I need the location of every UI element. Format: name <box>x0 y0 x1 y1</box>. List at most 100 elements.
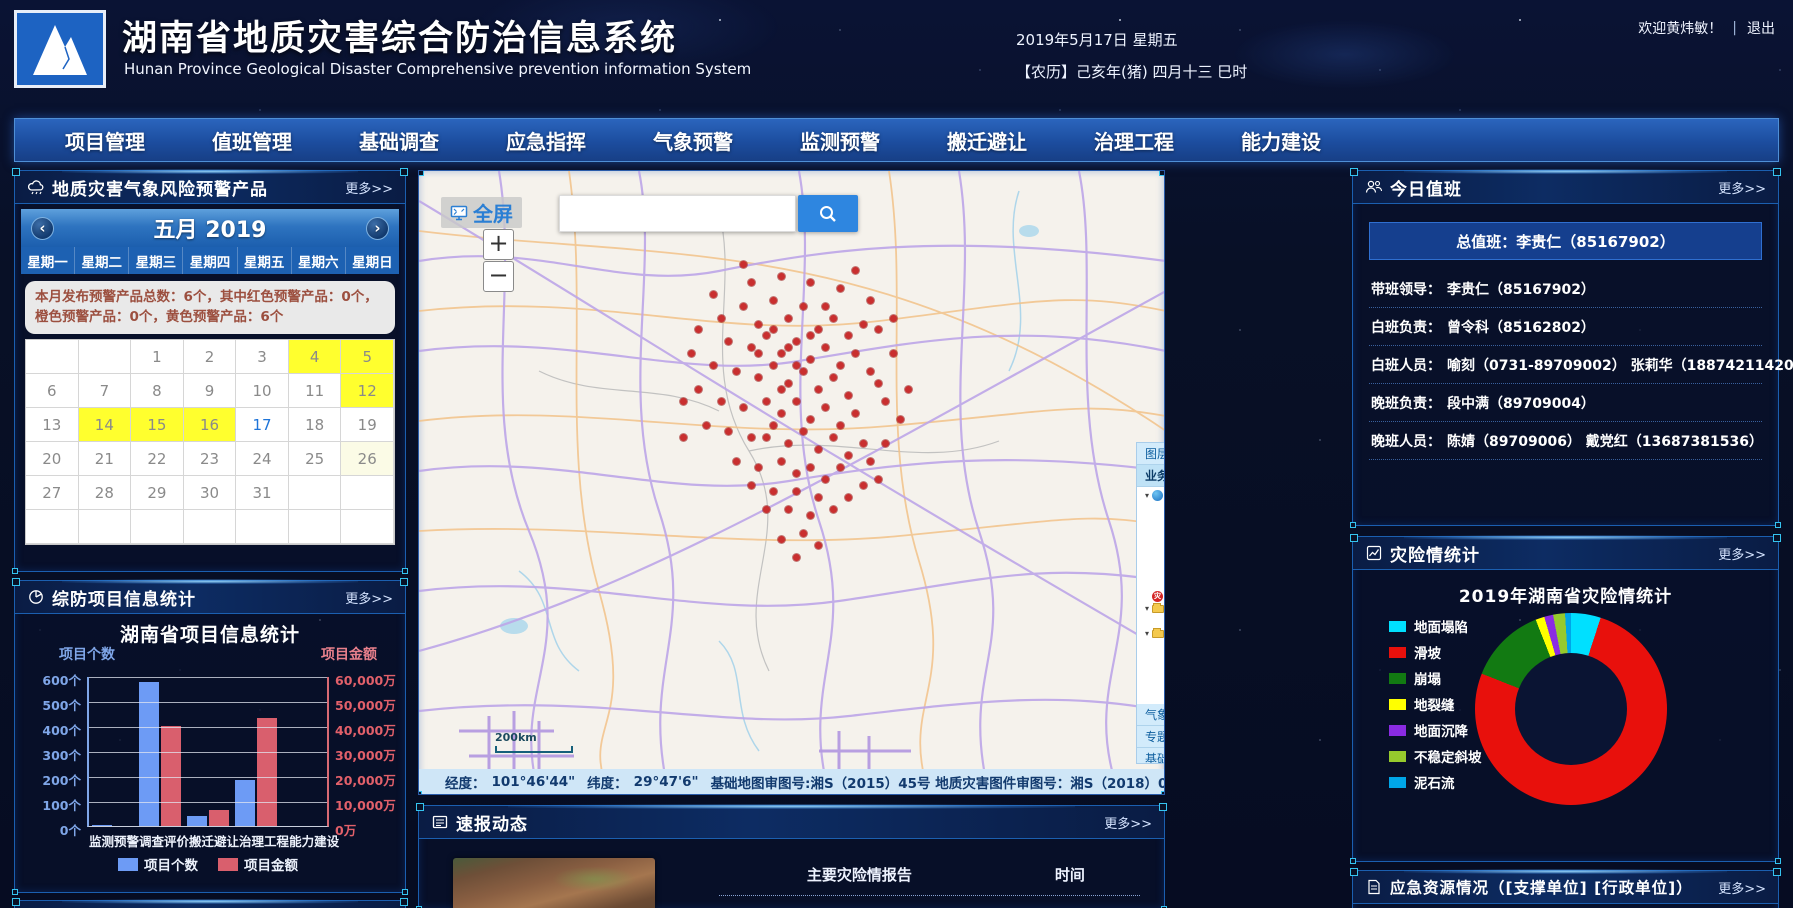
layer-tree-item-泥石流[interactable]: W✓泥石流 <box>1137 527 1165 540</box>
disaster-point-marker[interactable] <box>822 344 829 351</box>
disaster-point-marker[interactable] <box>815 446 822 453</box>
calendar-day-cell[interactable]: 25 <box>289 442 342 476</box>
disaster-point-marker[interactable] <box>822 476 829 483</box>
duty-roster-more-link[interactable]: 更多>> <box>1718 178 1766 197</box>
disaster-point-marker[interactable] <box>807 279 814 286</box>
disaster-point-marker[interactable] <box>740 303 747 310</box>
zoom-in-button[interactable]: + <box>483 229 514 260</box>
disaster-point-marker[interactable] <box>770 422 777 429</box>
disaster-point-marker[interactable] <box>815 494 822 501</box>
disaster-point-marker[interactable] <box>845 392 852 399</box>
nav-item-7[interactable]: 搬迁避让 <box>937 126 1037 155</box>
disaster-point-marker[interactable] <box>785 315 792 322</box>
disaster-point-marker[interactable] <box>793 488 800 495</box>
disaster-point-marker[interactable] <box>725 428 732 435</box>
disaster-point-marker[interactable] <box>845 494 852 501</box>
disaster-point-marker[interactable] <box>680 398 687 405</box>
disaster-point-marker[interactable] <box>875 476 882 483</box>
layer-tree-item-能力建设[interactable]: 能能力建设 <box>1137 691 1165 704</box>
disaster-point-marker[interactable] <box>860 482 867 489</box>
disaster-point-marker[interactable] <box>837 422 844 429</box>
nav-item-4[interactable]: 应急指挥 <box>496 126 596 155</box>
disaster-point-marker[interactable] <box>778 273 785 280</box>
calendar-day-cell[interactable]: 8 <box>131 374 184 408</box>
disaster-point-marker[interactable] <box>852 410 859 417</box>
disaster-point-marker[interactable] <box>830 434 837 441</box>
disaster-point-marker[interactable] <box>763 398 770 405</box>
calendar-day-cell[interactable]: 31 <box>236 476 289 510</box>
disaster-point-marker[interactable] <box>770 362 777 369</box>
calendar-day-cell[interactable]: 9 <box>184 374 237 408</box>
nav-item-8[interactable]: 治理工程 <box>1084 126 1184 155</box>
disaster-point-marker[interactable] <box>822 303 829 310</box>
calendar-day-cell[interactable]: 19 <box>341 408 394 442</box>
disaster-point-marker[interactable] <box>815 386 822 393</box>
calendar-day-cell[interactable]: 6 <box>26 374 79 408</box>
disaster-point-marker[interactable] <box>755 374 762 381</box>
disaster-point-marker[interactable] <box>718 398 725 405</box>
fullscreen-button[interactable]: 全屏 <box>441 197 522 228</box>
calendar-day-cell[interactable]: 14 <box>79 408 132 442</box>
layer-tree-item-专业监测[interactable]: ▾专业监测 <box>1137 602 1165 615</box>
disaster-point-marker[interactable] <box>800 303 807 310</box>
disaster-point-marker[interactable] <box>785 440 792 447</box>
layer-tree-item-地面塌陷[interactable]: v✓地面塌陷 <box>1137 552 1165 565</box>
disaster-point-marker[interactable] <box>875 326 882 333</box>
calendar-day-cell[interactable]: 3 <box>236 340 289 374</box>
disaster-point-marker[interactable] <box>755 321 762 328</box>
calendar-day-cell[interactable]: 10 <box>236 374 289 408</box>
nav-item-9[interactable]: 能力建设 <box>1231 126 1331 155</box>
nav-item-2[interactable]: 值班管理 <box>202 126 302 155</box>
disaster-point-marker[interactable] <box>778 458 785 465</box>
disaster-point-marker[interactable] <box>837 362 844 369</box>
disaster-point-marker[interactable] <box>793 362 800 369</box>
tree-expander-icon[interactable]: ▾ <box>1143 604 1151 613</box>
disaster-point-marker[interactable] <box>890 350 897 357</box>
zoom-out-button[interactable]: − <box>483 261 514 292</box>
disaster-point-marker[interactable] <box>740 404 747 411</box>
emergency-resources-more-link[interactable]: 更多>> <box>1718 878 1766 897</box>
calendar-day-cell[interactable]: 20 <box>26 442 79 476</box>
layer-tree-item-地面沉降[interactable]: ↓✓地面沉降 <box>1137 577 1165 590</box>
disaster-point-marker[interactable] <box>703 422 710 429</box>
disaster-point-marker[interactable] <box>748 279 755 286</box>
disaster-point-marker[interactable] <box>770 297 777 304</box>
disaster-point-marker[interactable] <box>778 410 785 417</box>
layer-tree-item-灾情点[interactable]: 灾灾情点 <box>1137 590 1165 603</box>
disaster-point-marker[interactable] <box>822 404 829 411</box>
disaster-point-marker[interactable] <box>837 464 844 471</box>
logout-link[interactable]: 退出 <box>1747 18 1775 38</box>
calendar-day-cell[interactable]: 1 <box>131 340 184 374</box>
disaster-point-marker[interactable] <box>905 386 912 393</box>
layer-tree-item-治理工程[interactable]: 工治理工程 <box>1137 653 1165 666</box>
tree-expander-icon[interactable]: ▾ <box>1143 629 1151 638</box>
layer-section-business[interactable]: 业务数据 <box>1137 465 1165 487</box>
calendar-day-cell[interactable]: 23 <box>184 442 237 476</box>
layer-section-气象产品[interactable]: 气象产品 <box>1137 704 1165 726</box>
disaster-point-marker[interactable] <box>807 332 814 339</box>
disaster-point-marker[interactable] <box>725 338 732 345</box>
disaster-point-marker[interactable] <box>778 536 785 543</box>
disaster-point-marker[interactable] <box>785 344 792 351</box>
disaster-point-marker[interactable] <box>748 344 755 351</box>
map-search-button[interactable] <box>798 195 858 232</box>
disaster-point-marker[interactable] <box>815 542 822 549</box>
disaster-point-marker[interactable] <box>755 464 762 471</box>
disaster-point-marker[interactable] <box>763 332 770 339</box>
disaster-point-marker[interactable] <box>763 434 770 441</box>
disaster-point-marker[interactable] <box>845 332 852 339</box>
disaster-point-marker[interactable] <box>793 554 800 561</box>
disaster-point-marker[interactable] <box>748 482 755 489</box>
disaster-point-marker[interactable] <box>867 297 874 304</box>
disaster-point-marker[interactable] <box>830 506 837 513</box>
disaster-point-marker[interactable] <box>882 398 889 405</box>
disaster-point-marker[interactable] <box>763 506 770 513</box>
nav-item-1[interactable]: 项目管理 <box>55 126 155 155</box>
disaster-point-marker[interactable] <box>800 530 807 537</box>
calendar-day-cell[interactable]: 16 <box>184 408 237 442</box>
tree-expander-icon[interactable]: ▾ <box>1143 491 1151 500</box>
layer-tree-item-崩塌[interactable]: Ψ✓崩塌 <box>1137 514 1165 527</box>
disaster-point-marker[interactable] <box>785 380 792 387</box>
project-stats-more-link[interactable]: 更多>> <box>345 588 393 607</box>
calendar-day-cell[interactable]: 22 <box>131 442 184 476</box>
